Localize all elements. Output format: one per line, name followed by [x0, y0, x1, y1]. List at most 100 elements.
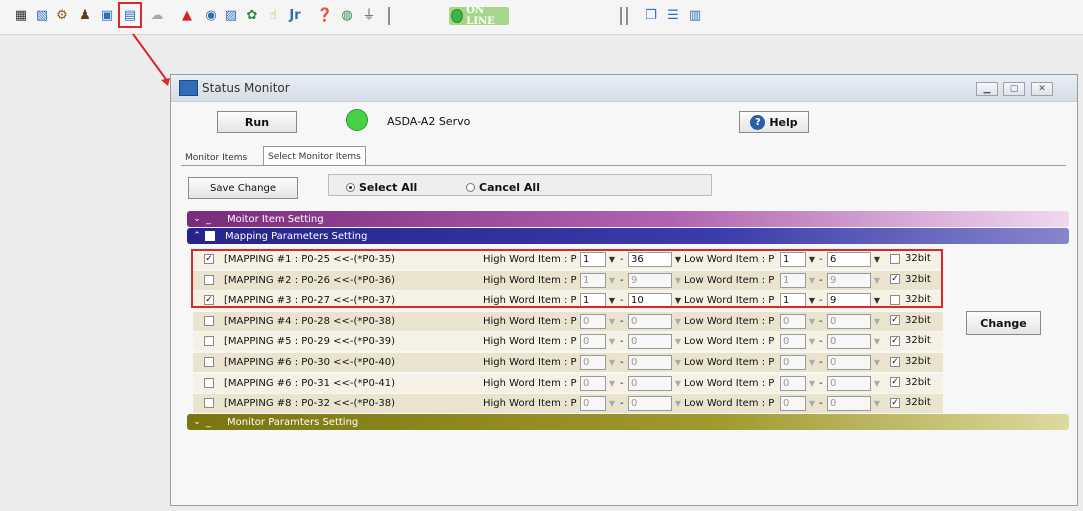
dropdown-arrow-icon[interactable]: ▼ — [806, 355, 818, 370]
32bit-toggle[interactable]: ✓ 32bit — [890, 356, 931, 367]
low-word-index-select[interactable]: 0 — [827, 313, 871, 329]
change-button[interactable]: Change — [966, 311, 1041, 335]
dropdown-arrow-icon[interactable]: ▼ — [871, 334, 883, 349]
mapping-row: [MAPPING #6 : P0-31 <<-(*P0-41) High Word… — [193, 373, 943, 393]
dropdown-arrow-icon[interactable]: ▼ — [806, 334, 818, 349]
mapping-label: [MAPPING #5 : P0-29 <<-(*P0-39) — [224, 336, 396, 348]
low-word-label: Low Word Item : P — [684, 357, 775, 368]
32bit-checkbox[interactable]: ✓ — [890, 356, 900, 367]
high-word-group-select[interactable]: 0 — [580, 355, 606, 370]
band-label: Mapping Parameters Setting — [225, 230, 368, 242]
32bit-checkbox[interactable]: ✓ — [890, 315, 900, 326]
dropdown-arrow-icon[interactable]: ▼ — [606, 376, 618, 391]
high-word-group-select[interactable]: 0 — [580, 334, 606, 350]
dropdown-arrow-icon[interactable]: ▼ — [606, 314, 618, 329]
select-all-label: Select All — [359, 181, 418, 194]
32bit-checkbox[interactable]: ✓ — [890, 335, 900, 346]
dropdown-arrow-icon[interactable]: ▼ — [672, 314, 684, 329]
moitor-item-setting-band[interactable]: ⌄ _ Moitor Item Setting — [187, 211, 1069, 227]
select-all-radio[interactable]: Select All — [346, 181, 417, 194]
separator-dash: - — [620, 377, 624, 389]
32bit-checkbox[interactable]: ✓ — [890, 377, 900, 388]
selection-radio-group: Select All Cancel All — [328, 174, 712, 196]
dropdown-arrow-icon[interactable]: ▼ — [672, 355, 684, 370]
dropdown-arrow-icon[interactable]: ▼ — [606, 396, 618, 411]
save-change-button[interactable]: Save Change — [188, 177, 298, 199]
high-word-label: High Word Item : P — [483, 398, 577, 410]
row-checkbox[interactable] — [204, 357, 214, 367]
help-label: Help — [769, 115, 798, 129]
low-word-index-select[interactable]: 0 — [827, 355, 871, 370]
mapping-label: [MAPPING #6 : P0-31 <<-(*P0-41) — [224, 377, 396, 389]
high-word-index-select[interactable]: 0 — [628, 355, 672, 370]
low-word-group-select[interactable]: 0 — [780, 334, 806, 350]
run-button[interactable]: Run — [217, 111, 297, 133]
low-word-label: Low Word Item : P — [684, 315, 775, 327]
tab-divider — [181, 165, 1066, 166]
close-button[interactable]: ✕ — [1031, 82, 1053, 96]
32bit-checkbox[interactable]: ✓ — [890, 397, 900, 408]
high-word-index-select[interactable]: 0 — [628, 313, 672, 329]
low-word-group-select[interactable]: 0 — [780, 396, 806, 412]
low-word-index-select[interactable]: 0 — [827, 334, 871, 350]
high-word-index-select[interactable]: 0 — [628, 375, 672, 391]
expand-icon: ⌄ — [193, 417, 201, 427]
cancel-all-radio[interactable]: Cancel All — [466, 181, 540, 194]
low-word-index-select[interactable]: 0 — [827, 396, 871, 412]
low-word-group-select[interactable]: 0 — [780, 375, 806, 391]
row-checkbox[interactable] — [204, 336, 214, 347]
row-checkbox[interactable] — [204, 315, 214, 326]
tab-select-monitor-items[interactable]: Select Monitor Items — [263, 146, 366, 166]
dropdown-arrow-icon[interactable]: ▼ — [871, 396, 883, 411]
low-word-label: Low Word Item : P — [684, 336, 775, 348]
highlight-annotation — [191, 249, 943, 308]
collapse-icon: ⌃ — [193, 231, 201, 241]
window-title-bar[interactable]: Status Monitor ▁ ▢ ✕ — [171, 75, 1077, 102]
dropdown-arrow-icon[interactable]: ▼ — [672, 334, 684, 349]
dropdown-arrow-icon[interactable]: ▼ — [871, 314, 883, 329]
band-checkbox[interactable] — [205, 231, 215, 241]
device-model: ASDA-A2 Servo — [387, 115, 471, 128]
32bit-label: 32bit — [905, 356, 931, 367]
band-label: Moitor Item Setting — [227, 213, 324, 225]
mapping-parameters-setting-band[interactable]: ⌃ Mapping Parameters Setting — [187, 228, 1069, 244]
high-word-group-select[interactable]: 0 — [580, 396, 606, 412]
status-indicator — [346, 109, 368, 131]
low-word-index-select[interactable]: 0 — [827, 375, 871, 391]
32bit-toggle[interactable]: ✓ 32bit — [890, 315, 931, 326]
high-word-group-select[interactable]: 0 — [580, 375, 606, 391]
32bit-toggle[interactable]: ✓ 32bit — [890, 377, 931, 388]
dropdown-arrow-icon[interactable]: ▼ — [672, 396, 684, 411]
monitor-parameters-setting-band[interactable]: ⌄ _ Monitor Paramters Setting — [187, 414, 1069, 430]
row-checkbox[interactable] — [204, 398, 214, 409]
high-word-label: High Word Item : P — [483, 336, 577, 348]
mapping-label: [MAPPING #4 : P0-28 <<-(*P0-38) — [224, 315, 396, 327]
help-button[interactable]: ? Help — [739, 111, 809, 133]
dropdown-arrow-icon[interactable]: ▼ — [806, 376, 818, 391]
status-monitor-window: Status Monitor ▁ ▢ ✕ Run ASDA-A2 Servo ?… — [170, 74, 1078, 506]
high-word-index-select[interactable]: 0 — [628, 334, 672, 350]
maximize-button[interactable]: ▢ — [1003, 82, 1025, 96]
minimize-button[interactable]: ▁ — [976, 82, 998, 96]
separator-dash: - — [819, 398, 823, 410]
row-checkbox[interactable] — [204, 377, 214, 388]
band-label: Monitor Paramters Setting — [227, 416, 359, 428]
low-word-group-select[interactable]: 0 — [780, 355, 806, 370]
mapping-row: [MAPPING #4 : P0-28 <<-(*P0-38) High Word… — [193, 311, 943, 331]
dropdown-arrow-icon[interactable]: ▼ — [606, 355, 618, 370]
mapping-row: [MAPPING #8 : P0-32 <<-(*P0-38) High Word… — [193, 394, 943, 414]
dropdown-arrow-icon[interactable]: ▼ — [806, 314, 818, 329]
dropdown-arrow-icon[interactable]: ▼ — [606, 334, 618, 349]
help-icon: ? — [750, 114, 766, 130]
low-word-group-select[interactable]: 0 — [780, 313, 806, 329]
dropdown-arrow-icon[interactable]: ▼ — [672, 376, 684, 391]
32bit-toggle[interactable]: ✓ 32bit — [890, 335, 931, 346]
separator-dash: - — [620, 336, 624, 348]
32bit-toggle[interactable]: ✓ 32bit — [890, 397, 931, 408]
mapping-row: [MAPPING #6 : P0-30 <<-(*P0-40) High Word… — [193, 353, 943, 372]
dropdown-arrow-icon[interactable]: ▼ — [871, 355, 883, 370]
dropdown-arrow-icon[interactable]: ▼ — [871, 376, 883, 391]
high-word-index-select[interactable]: 0 — [628, 396, 672, 412]
high-word-group-select[interactable]: 0 — [580, 313, 606, 329]
dropdown-arrow-icon[interactable]: ▼ — [806, 396, 818, 411]
